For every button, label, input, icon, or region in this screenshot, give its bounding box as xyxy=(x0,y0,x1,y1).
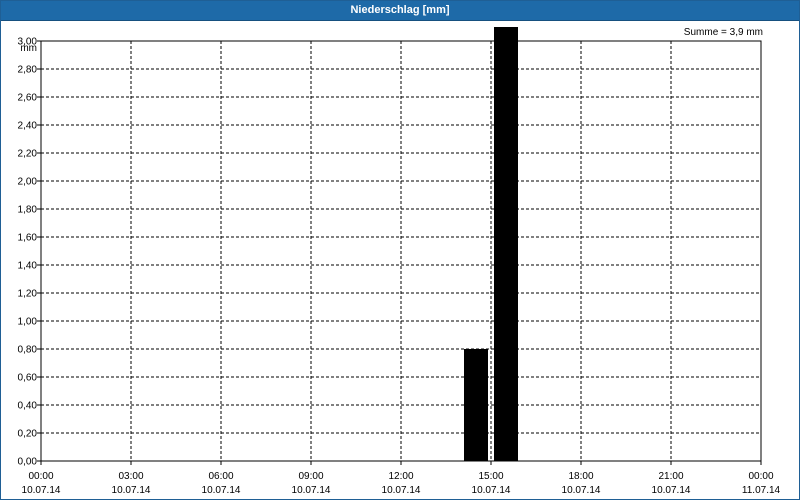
x-tick-time-label: 03:00 xyxy=(118,471,143,482)
x-tick-date-label: 10.07.14 xyxy=(112,485,151,496)
x-tick-date-label: 10.07.14 xyxy=(22,485,61,496)
y-tick-label: 1,20 xyxy=(18,289,38,300)
x-tick-date-label: 11.07.14 xyxy=(742,485,781,496)
y-tick-label: 2,80 xyxy=(18,65,38,76)
y-tick-label: 1,40 xyxy=(18,261,38,272)
x-tick-time-label: 06:00 xyxy=(208,471,233,482)
x-tick-date-label: 10.07.14 xyxy=(382,485,421,496)
precipitation-bar xyxy=(494,27,518,461)
y-tick-label: 2,60 xyxy=(18,93,38,104)
x-tick-time-label: 15:00 xyxy=(478,471,503,482)
x-tick-time-label: 00:00 xyxy=(28,471,53,482)
x-tick-date-label: 10.07.14 xyxy=(202,485,241,496)
x-tick-date-label: 10.07.14 xyxy=(472,485,511,496)
y-tick-label: 2,20 xyxy=(18,149,38,160)
y-tick-label: 0,20 xyxy=(18,429,38,440)
y-tick-label: 0,60 xyxy=(18,373,38,384)
y-tick-label: 2,40 xyxy=(18,121,38,132)
precipitation-chart: 0,00 0,20 0,40 0,60 0,80 1,00 1,20 1,40 1,60 1,80… xyxy=(18,27,781,496)
y-tick-label: 0,80 xyxy=(18,345,38,356)
x-tick-date-label: 10.07.14 xyxy=(652,485,691,496)
y-tick-label: 0,40 xyxy=(18,401,38,412)
y-tick-label: 2,00 xyxy=(18,177,38,188)
y-tick-label: 0,00 xyxy=(18,457,38,468)
y-tick-label: 1,60 xyxy=(18,233,38,244)
chart-window: Niederschlag [mm] Summe = 3,9 mm 0,00 0,2… xyxy=(0,0,800,500)
y-tick-label: 1,80 xyxy=(18,205,38,216)
y-axis-label: mm xyxy=(20,43,37,54)
x-tick-time-label: 09:00 xyxy=(298,471,323,482)
x-tick-time-label: 21:00 xyxy=(658,471,683,482)
x-tick-time-label: 12:00 xyxy=(388,471,413,482)
x-tick-date-label: 10.07.14 xyxy=(562,485,601,496)
x-tick-time-label: 00:00 xyxy=(748,471,773,482)
y-tick-label: 1,00 xyxy=(18,317,38,328)
precipitation-bar xyxy=(464,349,488,461)
x-tick-date-label: 10.07.14 xyxy=(292,485,331,496)
x-tick-time-label: 18:00 xyxy=(568,471,593,482)
